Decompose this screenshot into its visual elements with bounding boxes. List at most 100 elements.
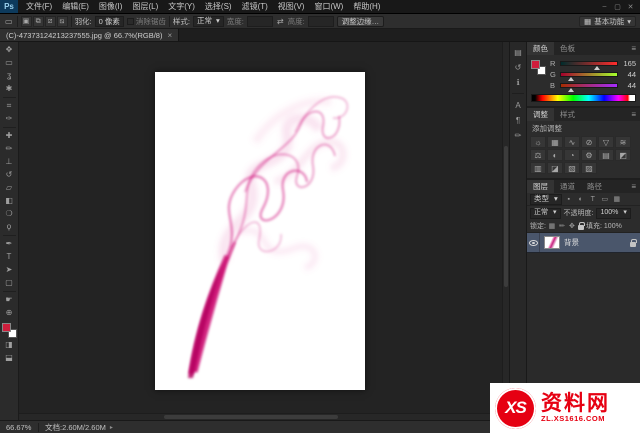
tab-color[interactable]: 颜色 bbox=[527, 42, 554, 55]
green-slider[interactable] bbox=[560, 72, 618, 81]
menu-type[interactable]: 文字(Y) bbox=[163, 0, 200, 13]
color-balance-icon[interactable]: ⚖ bbox=[530, 149, 546, 161]
new-selection-icon[interactable]: ▣ bbox=[20, 15, 32, 27]
curves-icon[interactable]: ∿ bbox=[564, 136, 580, 148]
foreground-color-swatch[interactable] bbox=[1, 323, 11, 332]
menu-layer[interactable]: 图层(L) bbox=[127, 0, 163, 13]
menu-select[interactable]: 选择(S) bbox=[200, 0, 237, 13]
style-dropdown[interactable]: 正常 ▾ bbox=[193, 15, 224, 27]
threshold-icon[interactable]: ◪ bbox=[547, 162, 563, 174]
dodge-tool[interactable]: ϙ bbox=[2, 221, 17, 233]
channel-mixer-icon[interactable]: ⚙ bbox=[581, 149, 597, 161]
filter-type-icon[interactable]: T bbox=[588, 196, 598, 203]
horizontal-scrollbar[interactable] bbox=[19, 413, 502, 420]
opacity-field[interactable]: 100% ▾ bbox=[596, 207, 631, 219]
history-brush-tool[interactable]: ↺ bbox=[2, 169, 17, 181]
quick-selection-tool[interactable]: ✱ bbox=[2, 83, 17, 95]
red-value[interactable]: 165 bbox=[621, 59, 636, 68]
vibrance-icon[interactable]: ▽ bbox=[598, 136, 614, 148]
properties-panel-icon[interactable]: ▤ bbox=[511, 46, 525, 58]
character-panel-icon[interactable]: A bbox=[511, 99, 525, 111]
menu-window[interactable]: 窗口(W) bbox=[309, 0, 348, 13]
add-selection-icon[interactable]: ⧉ bbox=[32, 15, 44, 27]
layer-filter-dropdown[interactable]: 类型 ▾ bbox=[530, 193, 562, 205]
filter-shape-icon[interactable]: ▭ bbox=[600, 195, 610, 203]
tab-channels[interactable]: 通道 bbox=[554, 180, 581, 193]
type-tool[interactable]: T bbox=[2, 251, 17, 263]
workspace-switcher[interactable]: ▦ 基本功能 ▾ bbox=[579, 15, 636, 27]
filter-pixel-icon[interactable]: ▪ bbox=[564, 196, 574, 203]
slider-thumb[interactable] bbox=[594, 66, 601, 70]
tab-swatches[interactable]: 色板 bbox=[554, 42, 581, 55]
panel-menu-icon[interactable]: ≡ bbox=[627, 180, 640, 193]
brightness-contrast-icon[interactable]: ☼ bbox=[530, 136, 546, 148]
history-panel-icon[interactable]: ↺ bbox=[511, 61, 525, 73]
brush-panel-icon[interactable]: ✏ bbox=[511, 129, 525, 141]
blur-tool[interactable]: ❍ bbox=[2, 208, 17, 220]
brush-tool[interactable]: ✏ bbox=[2, 143, 17, 155]
posterize-icon[interactable]: ▥ bbox=[530, 162, 546, 174]
restore-icon[interactable]: ▢ bbox=[611, 3, 624, 11]
move-tool[interactable]: ✥ bbox=[2, 44, 17, 56]
antialias-checkbox[interactable] bbox=[126, 17, 134, 25]
gradient-map-icon[interactable]: ▧ bbox=[564, 162, 580, 174]
status-options-icon[interactable]: ▸ bbox=[110, 424, 113, 431]
levels-icon[interactable]: ▦ bbox=[547, 136, 563, 148]
fill-value[interactable]: 100% bbox=[604, 223, 622, 230]
color-spectrum-ramp[interactable] bbox=[531, 94, 636, 102]
menu-view[interactable]: 视图(V) bbox=[273, 0, 310, 13]
path-selection-tool[interactable]: ➤ bbox=[2, 264, 17, 276]
menu-file[interactable]: 文件(F) bbox=[21, 0, 57, 13]
gradient-tool[interactable]: ◧ bbox=[2, 195, 17, 207]
slider-thumb[interactable] bbox=[567, 77, 574, 81]
swap-dimensions-icon[interactable]: ⇄ bbox=[276, 17, 285, 26]
menu-help[interactable]: 帮助(H) bbox=[348, 0, 385, 13]
feather-input[interactable]: 0 像素 bbox=[94, 15, 124, 27]
black-white-icon[interactable]: ◐ bbox=[547, 149, 563, 161]
scrollbar-thumb[interactable] bbox=[163, 415, 338, 419]
panel-menu-icon[interactable]: ≡ bbox=[627, 42, 640, 55]
width-input[interactable] bbox=[246, 15, 273, 27]
healing-brush-tool[interactable]: ✚ bbox=[2, 130, 17, 142]
menu-edit[interactable]: 编辑(E) bbox=[57, 0, 94, 13]
hue-saturation-icon[interactable]: ≋ bbox=[615, 136, 631, 148]
invert-icon[interactable]: ◩ bbox=[615, 149, 631, 161]
pen-tool[interactable]: ✒ bbox=[2, 238, 17, 250]
exposure-icon[interactable]: ⊘ bbox=[581, 136, 597, 148]
tab-adjustments[interactable]: 调整 bbox=[527, 108, 554, 121]
green-value[interactable]: 44 bbox=[621, 70, 636, 79]
tab-close-icon[interactable]: × bbox=[167, 31, 172, 40]
photo-filter-icon[interactable]: ◔ bbox=[564, 149, 580, 161]
crop-tool[interactable]: ⌗ bbox=[2, 100, 17, 112]
subtract-selection-icon[interactable]: ⧄ bbox=[44, 15, 56, 27]
canvas-area[interactable] bbox=[19, 42, 509, 420]
hand-tool[interactable]: ☛ bbox=[2, 294, 17, 306]
slider-thumb[interactable] bbox=[567, 88, 574, 92]
tab-paths[interactable]: 路径 bbox=[581, 180, 608, 193]
clone-stamp-tool[interactable]: ⊥ bbox=[2, 156, 17, 168]
vertical-scrollbar[interactable] bbox=[502, 42, 509, 413]
lasso-tool[interactable]: ʓ bbox=[2, 70, 17, 82]
filter-adjustment-icon[interactable]: ◐ bbox=[576, 196, 586, 203]
lock-pixels-icon[interactable]: ✏ bbox=[558, 222, 566, 230]
eyedropper-tool[interactable]: ✑ bbox=[2, 113, 17, 125]
scrollbar-thumb[interactable] bbox=[504, 145, 508, 287]
lock-transparency-icon[interactable]: ▦ bbox=[548, 222, 556, 230]
eraser-tool[interactable]: ▱ bbox=[2, 182, 17, 194]
menu-filter[interactable]: 滤镜(T) bbox=[237, 0, 273, 13]
red-slider[interactable] bbox=[560, 61, 618, 70]
panel-menu-icon[interactable]: ≡ bbox=[627, 108, 640, 121]
menu-image[interactable]: 图像(I) bbox=[94, 0, 128, 13]
color-lookup-icon[interactable]: ▤ bbox=[598, 149, 614, 161]
tab-styles[interactable]: 样式 bbox=[554, 108, 581, 121]
tab-layers[interactable]: 图层 bbox=[527, 180, 554, 193]
zoom-tool[interactable]: ⊕ bbox=[2, 307, 17, 319]
zoom-level-field[interactable]: 66.67% bbox=[0, 423, 38, 432]
layer-thumbnail[interactable] bbox=[544, 236, 560, 249]
quick-mask-icon[interactable]: ◨ bbox=[2, 339, 17, 351]
document-canvas[interactable] bbox=[155, 72, 365, 390]
lock-position-icon[interactable]: ✥ bbox=[568, 222, 576, 230]
screen-mode-icon[interactable]: ⬓ bbox=[2, 352, 17, 364]
refine-edge-button[interactable]: 调整边缘… bbox=[336, 15, 385, 27]
paragraph-panel-icon[interactable]: ¶ bbox=[511, 114, 525, 126]
